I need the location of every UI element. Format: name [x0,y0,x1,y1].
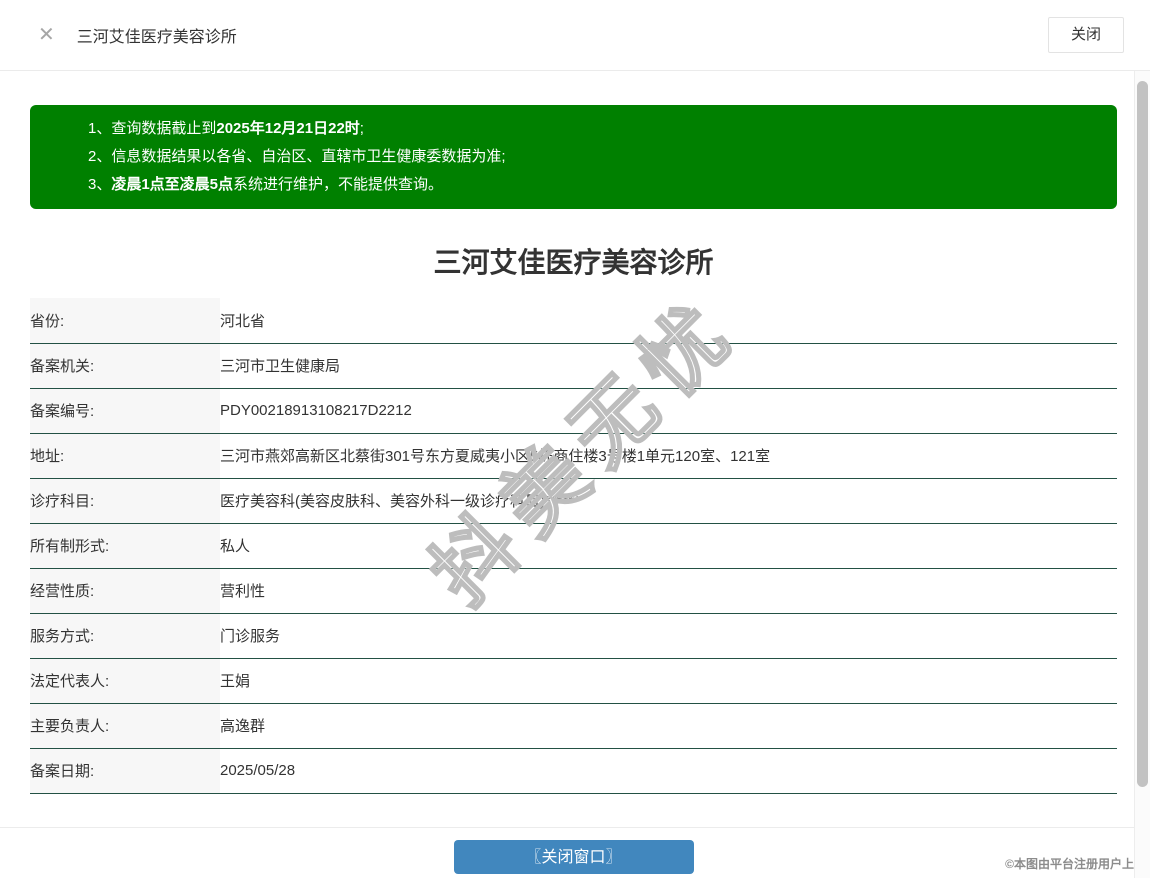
notice-line: 2、信息数据结果以各省、自治区、直辖市卫生健康委数据为准; [88,143,1097,171]
row-label: 备案日期: [30,748,220,794]
row-value: 医疗美容科(美容皮肤科、美容外科一级诊疗科目)****** [220,478,1117,524]
notice-line: 1、查询数据截止到2025年12月21日22时; [88,115,1097,143]
notice-line-text: 信息数据结果以各省、自治区、直辖市卫生健康委数据为准; [111,148,506,165]
row-label: 备案机关: [30,343,220,389]
row-value: 河北省 [220,298,1117,344]
row-label: 法定代表人: [30,658,220,704]
notice-line-text-after: 系统进行维护，不能提供查询。 [233,176,444,193]
row-label: 地址: [30,433,220,479]
scrollbar[interactable] [1134,71,1150,878]
notice-line-bold-text: 凌晨1点至凌晨5点 [111,176,234,193]
row-value: 三河市卫生健康局 [220,343,1117,389]
header: ✕ 三河艾佳医疗美容诊所 关闭 [0,0,1150,71]
row-value: 王娟 [220,658,1117,704]
table-row: 备案编号: PDY00218913108217D2212 [30,388,1117,434]
close-button[interactable]: 关闭 [1047,17,1124,53]
notice-line-bold-text: 2025年12月21日22时 [216,120,360,137]
notice-line-text: 查询数据截止到 [111,120,217,137]
table-row: 地址: 三河市燕郊高新区北蔡街301号东方夏威夷小区5栋商住楼3号楼1单元120… [30,433,1117,479]
row-value: 门诊服务 [220,613,1117,659]
row-value: 三河市燕郊高新区北蔡街301号东方夏威夷小区5栋商住楼3号楼1单元120室、12… [220,433,1117,479]
notice-line-number: 1、 [88,120,112,137]
row-value: PDY00218913108217D2212 [220,388,1117,434]
notice-line: 3、凌晨1点至凌晨5点系统进行维护，不能提供查询。 [88,171,1097,199]
row-label: 诊疗科目: [30,478,220,524]
copyright-watermark: ©本图由平台注册用户上传 [1005,857,1146,871]
footer-divider [0,827,1134,828]
footer: 〖关闭窗口〗 [30,840,1117,874]
clinic-info-table-body: 省份: 河北省 备案机关: 三河市卫生健康局 备案编号: PDY00218913… [30,298,1117,794]
scrollbar-thumb[interactable] [1137,81,1148,787]
row-label: 省份: [30,298,220,344]
notice-line-number: 3、 [88,176,112,193]
row-label: 主要负责人: [30,703,220,749]
row-value: 营利性 [220,568,1117,614]
page: ✕ 三河艾佳医疗美容诊所 关闭 1、查询数据截止到2025年12月21日22时;… [0,0,1150,878]
row-label: 备案编号: [30,388,220,434]
content: 1、查询数据截止到2025年12月21日22时; 2、信息数据结果以各省、自治区… [0,105,1150,794]
close-x-icon[interactable]: ✕ [38,25,55,45]
table-row: 法定代表人: 王娟 [30,658,1117,704]
row-value: 高逸群 [220,703,1117,749]
table-row: 所有制形式: 私人 [30,523,1117,569]
row-value: 2025/05/28 [220,748,1117,794]
table-row: 经营性质: 营利性 [30,568,1117,614]
table-row: 省份: 河北省 [30,298,1117,344]
table-row: 诊疗科目: 医疗美容科(美容皮肤科、美容外科一级诊疗科目)****** [30,478,1117,524]
table-row: 服务方式: 门诊服务 [30,613,1117,659]
clinic-name-title: 三河艾佳医疗美容诊所 [433,247,714,278]
window-title: 三河艾佳医疗美容诊所 [76,29,237,46]
row-label: 经营性质: [30,568,220,614]
table-row: 备案日期: 2025/05/28 [30,748,1117,794]
close-window-button[interactable]: 〖关闭窗口〗 [453,840,694,874]
notice-line-number: 2、 [88,148,112,165]
table-row: 备案机关: 三河市卫生健康局 [30,343,1117,389]
notice-banner: 1、查询数据截止到2025年12月21日22时; 2、信息数据结果以各省、自治区… [30,105,1117,209]
table-row: 主要负责人: 高逸群 [30,703,1117,749]
notice-line-text-after: ; [359,120,364,137]
row-label: 所有制形式: [30,523,220,569]
row-value: 私人 [220,523,1117,569]
row-label: 服务方式: [30,613,220,659]
clinic-info-table: 省份: 河北省 备案机关: 三河市卫生健康局 备案编号: PDY00218913… [30,298,1117,794]
